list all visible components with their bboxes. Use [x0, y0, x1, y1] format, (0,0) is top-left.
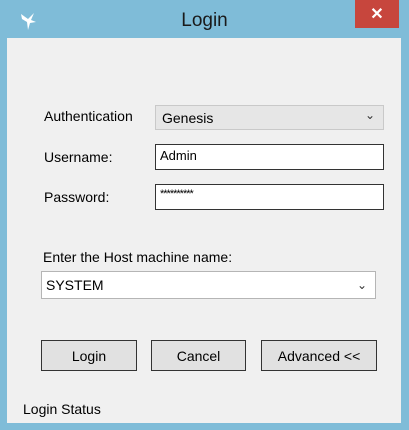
password-label: Password:: [44, 189, 110, 205]
dialog-body: Authentication Genesis ⌄ Username: Admin…: [7, 38, 401, 423]
username-field[interactable]: Admin: [155, 144, 384, 170]
authentication-label: Authentication: [44, 108, 133, 124]
close-button[interactable]: ✕: [355, 0, 399, 28]
host-value: SYSTEM: [46, 277, 104, 293]
host-label: Enter the Host machine name:: [43, 249, 233, 265]
title-bar[interactable]: Login ✕: [0, 0, 409, 38]
host-select[interactable]: SYSTEM ⌄: [41, 271, 376, 299]
login-button[interactable]: Login: [41, 340, 137, 371]
username-label: Username:: [44, 149, 113, 165]
authentication-select[interactable]: Genesis ⌄: [155, 105, 384, 130]
cancel-button[interactable]: Cancel: [151, 340, 246, 371]
chevron-down-icon: ⌄: [364, 108, 375, 122]
login-window: Login ✕ Authentication Genesis ⌄ Usernam…: [0, 0, 409, 430]
login-status: Login Status: [23, 401, 101, 417]
advanced-button[interactable]: Advanced <<: [261, 340, 377, 371]
authentication-value: Genesis: [162, 110, 214, 126]
window-title: Login: [181, 10, 228, 31]
close-icon: ✕: [370, 6, 384, 23]
password-field[interactable]: **********: [155, 184, 384, 210]
chevron-down-icon: ⌄: [356, 278, 367, 292]
